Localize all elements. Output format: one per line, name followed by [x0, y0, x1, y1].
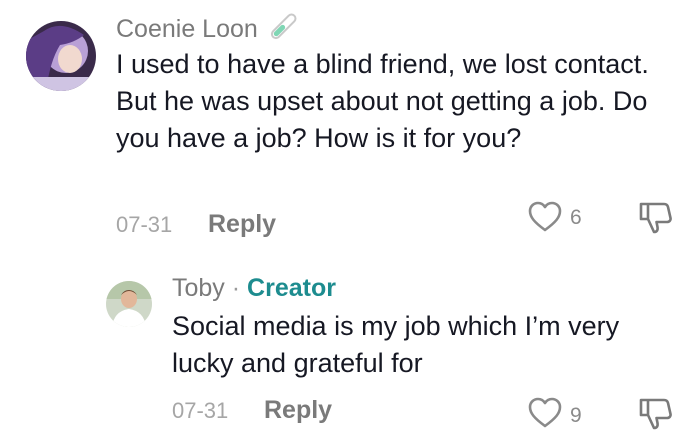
test-tube-icon	[267, 12, 299, 49]
like-button[interactable]: 9	[528, 397, 588, 431]
dislike-button[interactable]	[638, 201, 674, 235]
comment-text: Social media is my job which I’m very lu…	[172, 311, 620, 378]
reply-button[interactable]: Reply	[208, 209, 276, 239]
heart-outline-icon	[528, 397, 562, 434]
author-name[interactable]: Coenie Loon	[116, 15, 258, 43]
like-button[interactable]: 6	[528, 201, 588, 235]
author-name[interactable]: Toby	[172, 274, 225, 302]
reply-button[interactable]: Reply	[264, 395, 332, 425]
comment-author[interactable]: Toby · Creator	[172, 273, 336, 303]
dislike-button[interactable]	[638, 397, 674, 431]
creator-badge: Creator	[247, 274, 336, 302]
thumbs-down-outline-icon	[638, 398, 674, 435]
thumbs-down-outline-icon	[638, 202, 674, 239]
avatar-photo	[26, 21, 96, 91]
separator-dot: ·	[231, 274, 241, 302]
avatar-photo	[106, 281, 152, 327]
comment-date: 07-31	[116, 212, 173, 237]
comment-text: I used to have a blind friend, we lost c…	[116, 49, 649, 153]
avatar[interactable]	[106, 281, 152, 327]
comment-author[interactable]: Coenie Loon	[116, 12, 299, 49]
comment-date: 07-31	[172, 398, 229, 423]
heart-outline-icon	[528, 201, 562, 238]
avatar[interactable]	[26, 21, 96, 91]
like-count: 6	[570, 206, 582, 229]
like-count: 9	[570, 404, 582, 427]
